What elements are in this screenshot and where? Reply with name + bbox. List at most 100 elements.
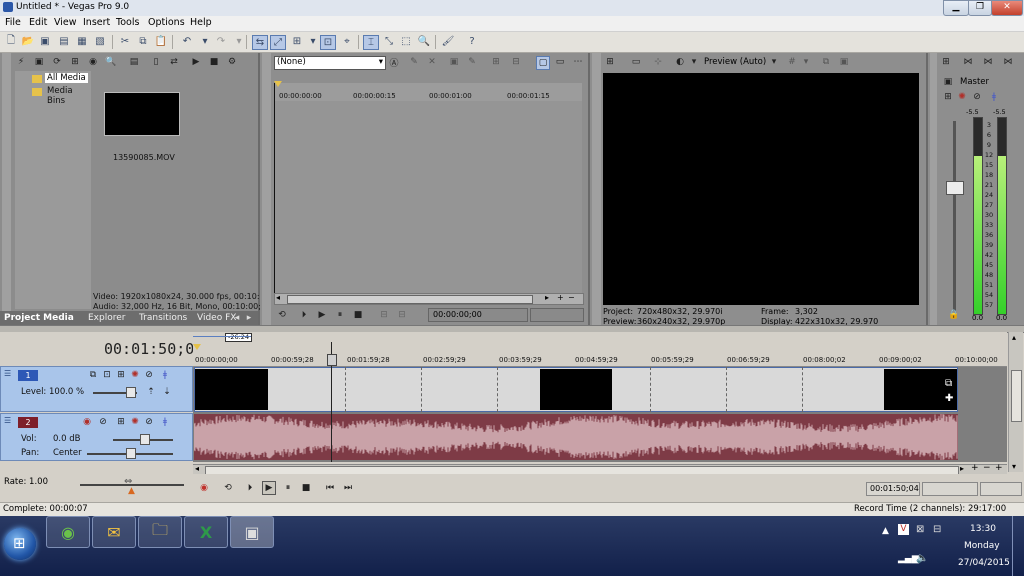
loop-icon[interactable]: ⟲: [276, 309, 288, 321]
lock-envelopes-icon[interactable]: ⊡: [320, 35, 336, 50]
trimmer-media-dropdown[interactable]: (None) ▾: [274, 56, 386, 70]
scroll-left-icon[interactable]: ◂: [195, 464, 199, 473]
menu-options[interactable]: Options: [148, 17, 185, 28]
redo-dropdown-icon[interactable]: ▾: [232, 35, 246, 48]
record-icon[interactable]: ◉: [198, 482, 210, 494]
brush-icon[interactable]: 🖌: [441, 35, 455, 48]
tab-scroll-right-icon[interactable]: ▸: [243, 312, 255, 324]
zoom-out-icon[interactable]: −: [983, 463, 991, 473]
render-icon[interactable]: ▦: [75, 35, 89, 48]
media-clip-name[interactable]: 13590085.MOV: [113, 153, 175, 162]
menu-tools[interactable]: Tools: [116, 17, 139, 28]
move-icon[interactable]: ⇄: [168, 56, 180, 68]
copy-icon[interactable]: ⧉: [136, 35, 150, 48]
remove-icon[interactable]: ✕: [426, 56, 438, 68]
auto-crossfade-icon[interactable]: ⤢: [270, 35, 286, 50]
zoom-out-icon[interactable]: −: [568, 293, 575, 302]
preview-quality-dropdown[interactable]: Preview (Auto): [704, 57, 766, 67]
edit-details-icon[interactable]: Ⓐ: [388, 56, 400, 69]
taskbar-app-mail[interactable]: ✉: [92, 516, 136, 548]
save-as-icon[interactable]: ▤: [57, 35, 71, 48]
playhead-handle[interactable]: [327, 354, 337, 366]
automation-icon[interactable]: ✺: [129, 416, 141, 428]
zoom-in-icon[interactable]: +: [557, 293, 564, 302]
menu-file[interactable]: File: [5, 17, 21, 28]
pan-slider-knob[interactable]: [126, 448, 136, 459]
level-slider-knob[interactable]: [126, 387, 136, 398]
snap-icon[interactable]: ⌖: [340, 35, 354, 48]
pause-icon[interactable]: ⏸: [282, 482, 294, 494]
selection-edit-tool-icon[interactable]: ⬚: [399, 35, 413, 48]
undo-icon[interactable]: ↶: [180, 35, 194, 48]
master-fader-track[interactable]: [953, 121, 956, 311]
compositing-child-icon[interactable]: ⇣: [161, 386, 173, 398]
taskbar-app-excel[interactable]: X: [184, 516, 228, 548]
video-track-header[interactable]: ☰ 1 ⧉ ⊡ ⊞ ✺ ⊘ ǂ Level: 100.0 % ⇡ ⇣: [0, 366, 193, 412]
minimize-button[interactable]: ▁: [943, 0, 969, 16]
downmix-icon[interactable]: ⋈: [962, 56, 974, 68]
auto-preview-icon[interactable]: ⚙: [226, 56, 238, 68]
ripple-icon[interactable]: ⇆: [252, 35, 268, 50]
new-icon[interactable]: 🗋: [4, 35, 18, 48]
menu-view[interactable]: View: [54, 17, 77, 28]
mute-icon[interactable]: ⊘: [971, 91, 983, 103]
clock-day[interactable]: Monday: [964, 541, 1000, 551]
lock-icon[interactable]: 🔒: [948, 309, 960, 321]
event-pan-crop-icon[interactable]: ⧉: [945, 378, 952, 389]
volume-icon[interactable]: 🔈: [916, 553, 928, 564]
tab-project-media[interactable]: Project Media: [4, 313, 74, 323]
save-icon[interactable]: ▣: [38, 35, 52, 48]
save-snapshot-icon[interactable]: ▣: [838, 56, 850, 68]
capture-video-icon[interactable]: ▣: [33, 56, 45, 68]
scroll-right-icon[interactable]: ▸: [960, 464, 964, 473]
mute-icon[interactable]: ⊘: [143, 416, 155, 428]
stop-icon[interactable]: ■: [352, 309, 364, 321]
pause-icon[interactable]: ⏸: [334, 309, 346, 321]
mono-icon[interactable]: ⋈: [1002, 56, 1014, 68]
master-fader-knob[interactable]: [946, 181, 964, 195]
track-fx-icon[interactable]: ⊞: [115, 416, 127, 428]
menu-edit[interactable]: Edit: [29, 17, 47, 28]
tab-transitions[interactable]: Transitions: [139, 313, 187, 323]
properties-icon[interactable]: ⊞: [69, 56, 81, 68]
loop-region-bar[interactable]: [193, 336, 251, 337]
close-button[interactable]: ✕: [991, 0, 1023, 16]
trimmer-scrollbar[interactable]: ◂ ▸ + −: [274, 293, 584, 305]
panel-grip[interactable]: [2, 53, 11, 313]
marker-bar[interactable]: [193, 332, 1007, 342]
views-dropdown-icon[interactable]: ▤: [128, 56, 140, 68]
scroll-left-icon[interactable]: ◂: [276, 293, 280, 302]
scroll-down-icon[interactable]: ▾: [1012, 462, 1016, 471]
show-hidden-icons-icon[interactable]: ▲: [882, 526, 889, 536]
fx-icon[interactable]: ⊹: [652, 56, 664, 68]
tree-item-all-media[interactable]: All Media: [45, 73, 88, 83]
tray-icon[interactable]: ⊠: [916, 524, 924, 535]
play-icon[interactable]: ▶: [262, 481, 276, 495]
add-to-timeline-icon[interactable]: ⊟: [510, 56, 522, 68]
taskbar-app-vegas[interactable]: ▣: [230, 516, 274, 548]
mixer-properties-icon[interactable]: ⊞: [940, 56, 952, 68]
automation-icon[interactable]: ✺: [129, 369, 141, 381]
video-preview-screen[interactable]: [603, 73, 919, 305]
compositing-icon[interactable]: ⊡: [101, 369, 113, 381]
solo-icon[interactable]: ǂ: [988, 91, 1000, 103]
overlays-icon[interactable]: #: [786, 56, 798, 68]
zoom-edit-tool-icon[interactable]: 🔍: [417, 35, 431, 48]
video-event[interactable]: ⧉ ✚: [194, 367, 958, 412]
trimmer-tool-icon[interactable]: ✎: [408, 56, 420, 68]
paste-icon[interactable]: 📋: [154, 35, 168, 48]
panel-grip[interactable]: [592, 53, 601, 325]
scroll-thumb[interactable]: [287, 295, 533, 304]
play-icon[interactable]: ▶: [316, 309, 328, 321]
track-fx-icon[interactable]: ⊞: [115, 369, 127, 381]
mute-icon[interactable]: ⊘: [143, 369, 155, 381]
tab-explorer[interactable]: Explorer: [88, 313, 125, 323]
go-to-start-icon[interactable]: ⏮: [324, 482, 336, 494]
external-monitor-icon[interactable]: ▭: [630, 56, 642, 68]
play-icon[interactable]: ▶: [190, 56, 202, 68]
clock-time[interactable]: 13:30: [970, 524, 996, 534]
trimmer-area[interactable]: [275, 101, 582, 293]
menu-insert[interactable]: Insert: [83, 17, 110, 28]
panel-grip[interactable]: [930, 53, 937, 325]
play-from-start-icon[interactable]: ⏵: [244, 482, 256, 494]
